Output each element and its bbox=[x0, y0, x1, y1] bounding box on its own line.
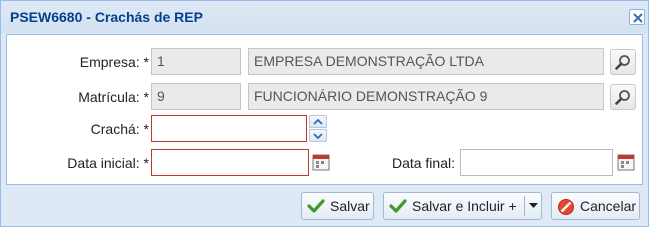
dialog-window: PSEW6680 - Crachás de REP Empresa: * 1 E… bbox=[0, 0, 649, 227]
data-final-calendar-button[interactable] bbox=[616, 152, 636, 173]
cracha-label: Crachá: * bbox=[90, 121, 149, 137]
cracha-spinner[interactable] bbox=[309, 115, 327, 143]
data-final-input[interactable] bbox=[460, 149, 613, 176]
empresa-code-field[interactable]: 1 bbox=[151, 48, 241, 75]
cancel-button-label: Cancelar bbox=[580, 198, 637, 214]
checkmark-icon bbox=[389, 199, 407, 213]
calendar-icon bbox=[617, 154, 635, 171]
matricula-label: Matrícula: * bbox=[78, 89, 149, 105]
form-panel: Empresa: * 1 EMPRESA DEMONSTRAÇÃO LTDA M… bbox=[6, 34, 643, 185]
data-final-label: Data final: bbox=[391, 155, 455, 171]
chevron-down-icon bbox=[313, 133, 323, 140]
data-inicial-input[interactable] bbox=[151, 149, 309, 176]
empresa-search-button[interactable] bbox=[610, 49, 636, 75]
checkmark-icon bbox=[307, 199, 325, 213]
save-button[interactable]: Salvar bbox=[301, 192, 374, 220]
matricula-code-field[interactable]: 9 bbox=[151, 83, 241, 110]
save-button-label: Salvar bbox=[330, 198, 370, 214]
calendar-icon bbox=[312, 154, 330, 171]
close-button[interactable] bbox=[629, 9, 645, 25]
chevron-up-icon bbox=[313, 118, 323, 125]
cancel-button[interactable]: Cancelar bbox=[551, 192, 640, 220]
spin-down-button[interactable] bbox=[309, 129, 327, 142]
magnifier-icon bbox=[615, 90, 630, 105]
spin-up-button[interactable] bbox=[309, 115, 327, 128]
save-and-add-label: Salvar e Incluir + bbox=[412, 198, 517, 214]
matricula-name-field[interactable]: FUNCIONÁRIO DEMONSTRAÇÃO 9 bbox=[248, 83, 604, 110]
cracha-input[interactable] bbox=[151, 115, 307, 142]
dropdown-arrow-icon bbox=[529, 203, 538, 208]
matricula-search-button[interactable] bbox=[610, 84, 636, 110]
dialog-titlebar[interactable]: PSEW6680 - Crachás de REP bbox=[1, 1, 648, 33]
close-icon bbox=[633, 13, 643, 23]
data-inicial-label: Data inicial: * bbox=[67, 155, 149, 171]
empresa-name-field[interactable]: EMPRESA DEMONSTRAÇÃO LTDA bbox=[248, 48, 604, 75]
dialog-title: PSEW6680 - Crachás de REP bbox=[10, 9, 203, 25]
save-and-add-split-button[interactable]: Salvar e Incluir + bbox=[383, 192, 542, 220]
magnifier-icon bbox=[615, 55, 630, 70]
save-and-add-dropdown[interactable] bbox=[525, 193, 542, 219]
empresa-label: Empresa: * bbox=[79, 54, 149, 70]
dialog-footer: Salvar Salvar e Incluir + Cancelar bbox=[1, 186, 648, 226]
data-inicial-calendar-button[interactable] bbox=[311, 152, 331, 173]
cancel-icon bbox=[558, 199, 574, 215]
